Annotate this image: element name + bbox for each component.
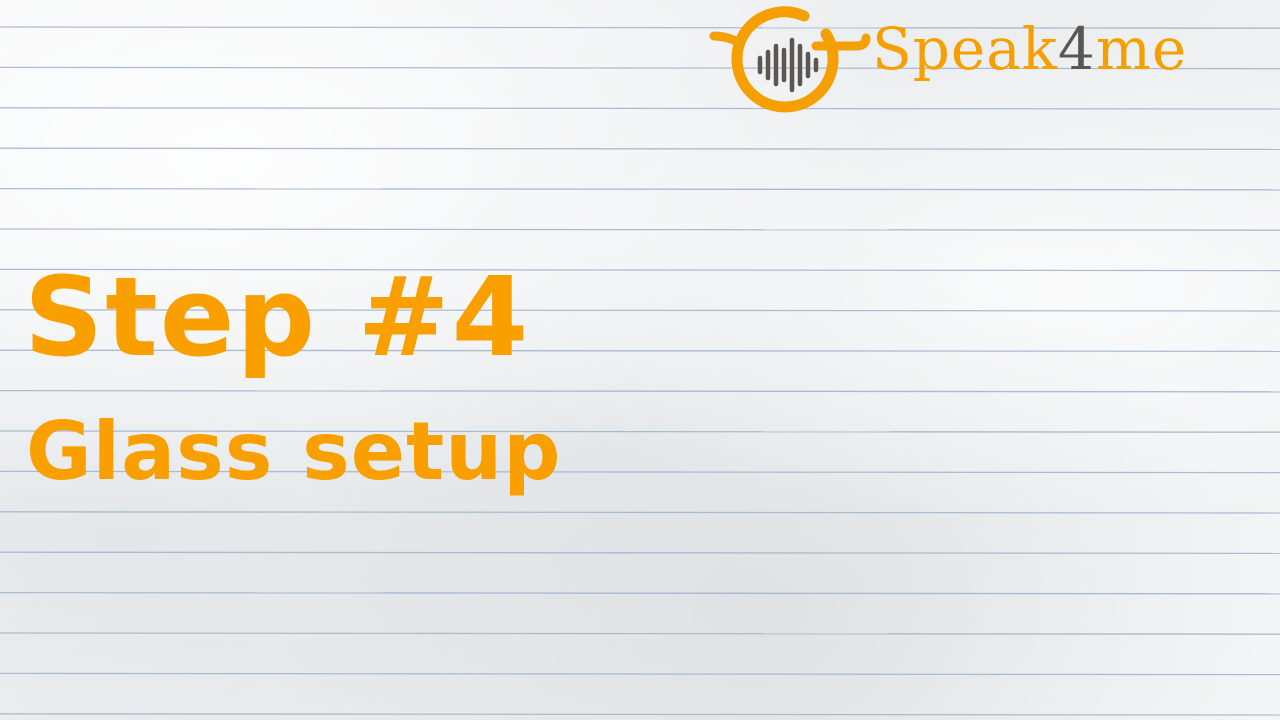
logo-wordmark: Speak4me — [872, 20, 1187, 78]
sound-wave-icon — [709, 6, 871, 113]
rule-line — [0, 632, 1280, 635]
rule-line — [0, 228, 1280, 231]
rule-line — [0, 672, 1280, 676]
rule-line — [0, 389, 1280, 393]
page-subtitle: Glass setup — [26, 405, 562, 498]
rule-line — [0, 511, 1280, 514]
logo-brand-prefix: Speak — [872, 15, 1058, 83]
logo-brand-number: 4 — [1057, 15, 1096, 83]
rule-line — [0, 147, 1280, 151]
rule-line — [0, 551, 1280, 555]
rule-line — [0, 591, 1280, 595]
page-title: Step #4 — [24, 253, 531, 381]
rule-line — [0, 713, 1280, 716]
logo-brand-suffix: me — [1095, 15, 1188, 83]
logo: Speak4me — [708, 6, 1268, 124]
rule-line — [0, 187, 1280, 191]
